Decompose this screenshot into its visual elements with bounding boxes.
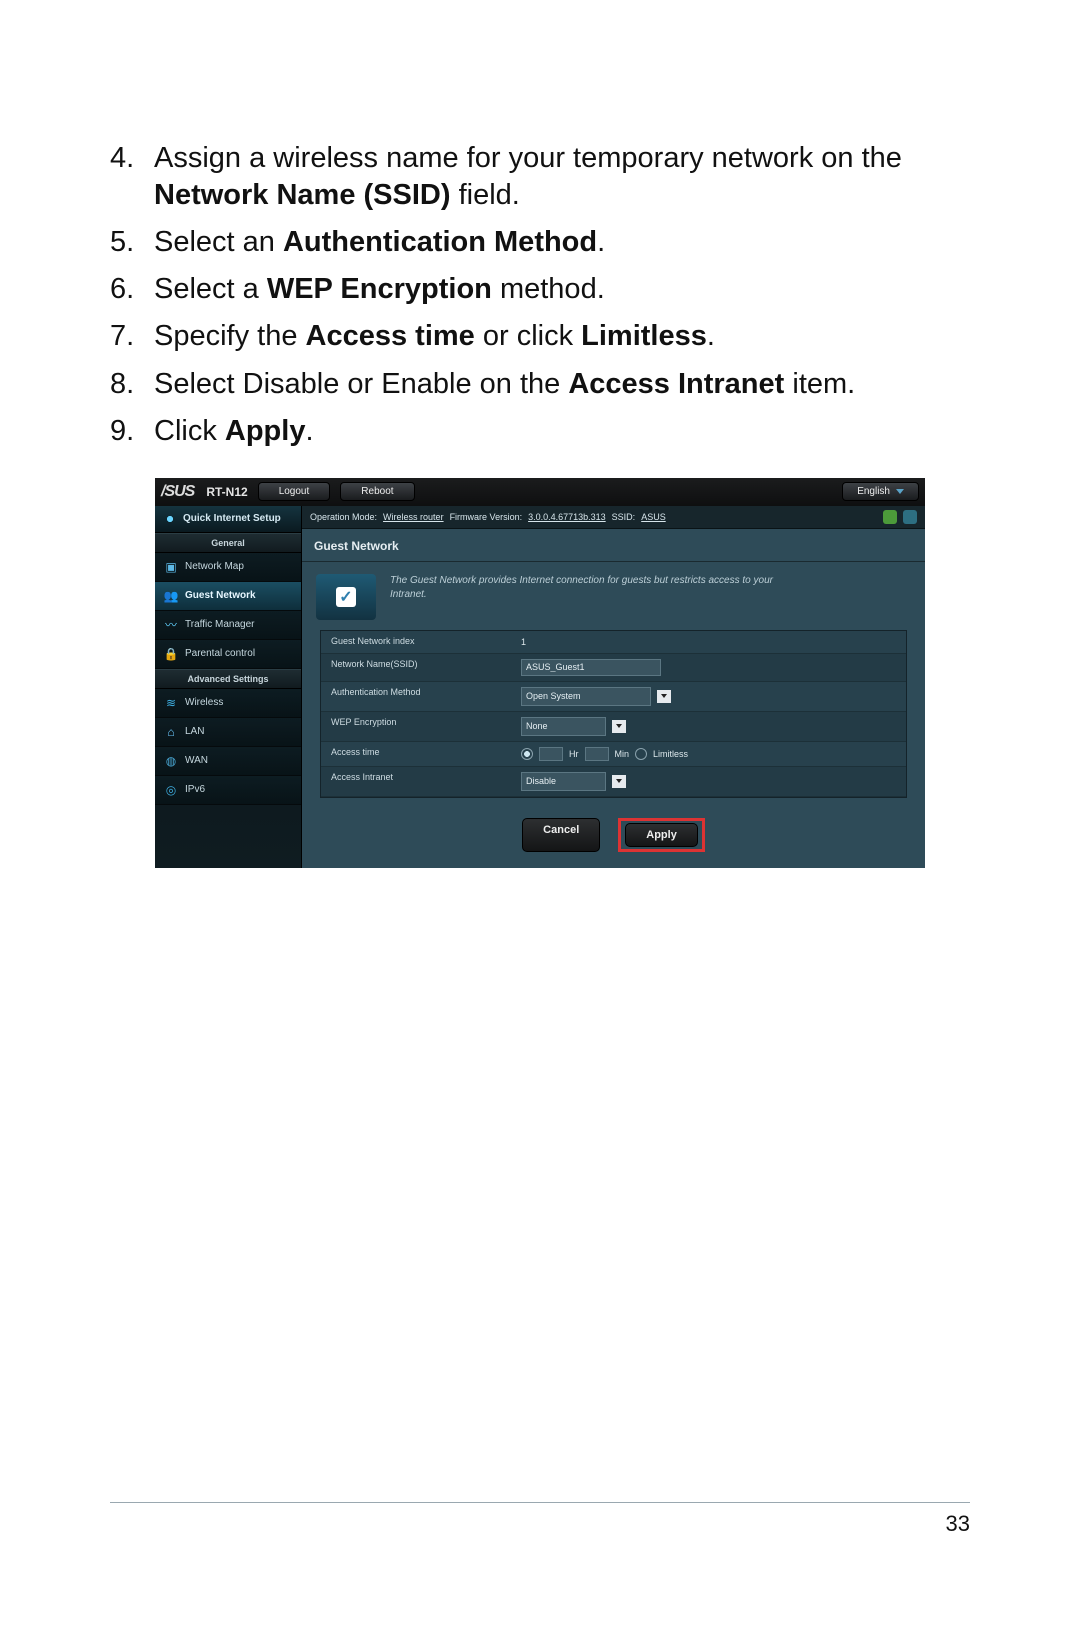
wifi-icon: ≋	[163, 695, 179, 711]
traffic-icon: 〰	[163, 617, 179, 633]
reboot-button[interactable]: Reboot	[340, 482, 414, 501]
info-bar: Operation Mode: Wireless router Firmware…	[302, 506, 925, 529]
step-text: Select an Authentication Method.	[154, 224, 970, 261]
hero-text: The Guest Network provides Internet conn…	[390, 574, 790, 620]
lock-icon: 🔒	[163, 646, 179, 662]
step-number: 4.	[110, 140, 154, 214]
step-text: Select a WEP Encryption method.	[154, 271, 970, 308]
button-row: Cancel Apply	[302, 808, 925, 868]
check-icon: ✓	[336, 587, 356, 607]
index-value: 1	[511, 631, 906, 653]
step-number: 6.	[110, 271, 154, 308]
globe-icon: ◍	[163, 753, 179, 769]
sidebar-item-wan[interactable]: ◍ WAN	[155, 747, 301, 776]
wand-icon	[163, 512, 177, 526]
apply-button[interactable]: Apply	[625, 823, 698, 847]
top-bar: /SUS RT-N12 Logout Reboot English	[155, 478, 925, 506]
access-intranet-select[interactable]: Disable	[521, 772, 606, 791]
sidebar-section-general: General	[155, 533, 301, 553]
logout-button[interactable]: Logout	[258, 482, 331, 501]
access-time-radio[interactable]	[521, 748, 533, 760]
step-number: 8.	[110, 366, 154, 403]
language-select[interactable]: English	[842, 482, 919, 501]
step-text: Click Apply.	[154, 413, 970, 450]
operation-mode-link[interactable]: Wireless router	[383, 512, 444, 522]
status-icon[interactable]	[883, 510, 897, 524]
row-ssid: Network Name(SSID)	[321, 654, 906, 682]
auth-method-select[interactable]: Open System	[521, 687, 651, 706]
hero-banner: ✓ The Guest Network provides Internet co…	[302, 562, 925, 630]
step-text: Select Disable or Enable on the Access I…	[154, 366, 970, 403]
page-footer: 33	[110, 1502, 970, 1537]
instruction-list: 4. Assign a wireless name for your tempo…	[110, 140, 970, 450]
step-number: 9.	[110, 413, 154, 450]
apply-highlight-box: Apply	[618, 818, 705, 852]
ssid-link[interactable]: ASUS	[641, 512, 666, 522]
status-icon[interactable]	[903, 510, 917, 524]
sidebar-item-guest-network[interactable]: 👥 Guest Network	[155, 582, 301, 611]
cancel-button[interactable]: Cancel	[522, 818, 600, 852]
row-intranet: Access Intranet Disable	[321, 767, 906, 797]
firmware-link[interactable]: 3.0.0.4.67713b.313	[528, 512, 606, 522]
sidebar: Quick Internet Setup General ▣ Network M…	[155, 506, 301, 868]
field-label: Access Intranet	[321, 767, 511, 796]
sidebar-item-traffic-manager[interactable]: 〰 Traffic Manager	[155, 611, 301, 640]
sidebar-item-parental-control[interactable]: 🔒 Parental control	[155, 640, 301, 669]
chevron-down-icon[interactable]	[657, 690, 671, 703]
ipv6-icon: ◎	[163, 782, 179, 798]
chevron-down-icon[interactable]	[612, 775, 626, 788]
row-access-time: Access time Hr Min Limitless	[321, 742, 906, 767]
sidebar-item-network-map[interactable]: ▣ Network Map	[155, 553, 301, 582]
row-wep: WEP Encryption None	[321, 712, 906, 742]
minutes-input[interactable]	[585, 747, 609, 761]
field-label: Guest Network index	[321, 631, 511, 653]
limitless-radio[interactable]	[635, 748, 647, 760]
guest-hero-icon: ✓	[316, 574, 376, 620]
quick-internet-setup-button[interactable]: Quick Internet Setup	[155, 506, 301, 533]
sidebar-item-lan[interactable]: ⌂ LAN	[155, 718, 301, 747]
network-map-icon: ▣	[163, 559, 179, 575]
hours-input[interactable]	[539, 747, 563, 761]
sidebar-item-ipv6[interactable]: ◎ IPv6	[155, 776, 301, 805]
row-auth: Authentication Method Open System	[321, 682, 906, 712]
field-label: Authentication Method	[321, 682, 511, 711]
field-label: Access time	[321, 742, 511, 766]
brand-logo: /SUS	[161, 483, 194, 501]
step-text: Specify the Access time or click Limitle…	[154, 318, 970, 355]
panel-title: Guest Network	[302, 529, 925, 562]
field-label: Network Name(SSID)	[321, 654, 511, 681]
router-admin-screenshot: /SUS RT-N12 Logout Reboot English Quick …	[155, 478, 925, 868]
page-number: 33	[946, 1511, 970, 1537]
model-label: RT-N12	[206, 485, 247, 499]
chevron-down-icon[interactable]	[612, 720, 626, 733]
sidebar-section-advanced: Advanced Settings	[155, 669, 301, 689]
chevron-down-icon	[896, 489, 904, 494]
field-label: WEP Encryption	[321, 712, 511, 741]
lan-icon: ⌂	[163, 724, 179, 740]
settings-form: Guest Network index 1 Network Name(SSID)…	[320, 630, 907, 798]
sidebar-item-wireless[interactable]: ≋ Wireless	[155, 689, 301, 718]
step-text: Assign a wireless name for your temporar…	[154, 140, 970, 214]
guest-icon: 👥	[163, 588, 179, 604]
main-panel: Operation Mode: Wireless router Firmware…	[301, 506, 925, 868]
wep-encryption-select[interactable]: None	[521, 717, 606, 736]
ssid-input[interactable]	[521, 659, 661, 676]
row-index: Guest Network index 1	[321, 631, 906, 654]
step-number: 5.	[110, 224, 154, 261]
step-number: 7.	[110, 318, 154, 355]
